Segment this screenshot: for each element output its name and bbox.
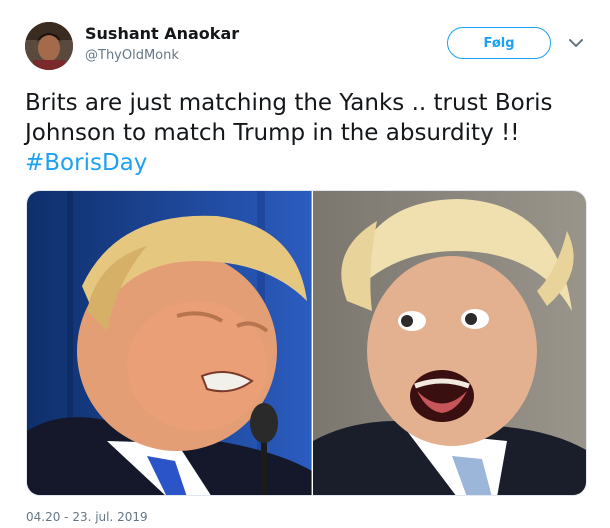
media-image: [27, 191, 586, 495]
author-name[interactable]: Sushant Anaokar: [85, 24, 239, 43]
hashtag-link[interactable]: #BorisDay: [25, 150, 147, 176]
avatar-image: [25, 22, 73, 70]
tweet-media[interactable]: [26, 190, 587, 496]
follow-button[interactable]: Følg: [447, 27, 551, 59]
follow-button-label: Følg: [483, 35, 515, 51]
chevron-down-icon[interactable]: [568, 35, 584, 51]
author-handle[interactable]: @ThyOldMonk: [85, 48, 179, 63]
avatar[interactable]: [25, 22, 73, 70]
tweet-text: Brits are just matching the Yanks .. tru…: [25, 88, 585, 178]
tweet-timestamp[interactable]: 04.20 - 23. jul. 2019: [26, 510, 148, 524]
tweet-body: Brits are just matching the Yanks .. tru…: [25, 90, 553, 146]
